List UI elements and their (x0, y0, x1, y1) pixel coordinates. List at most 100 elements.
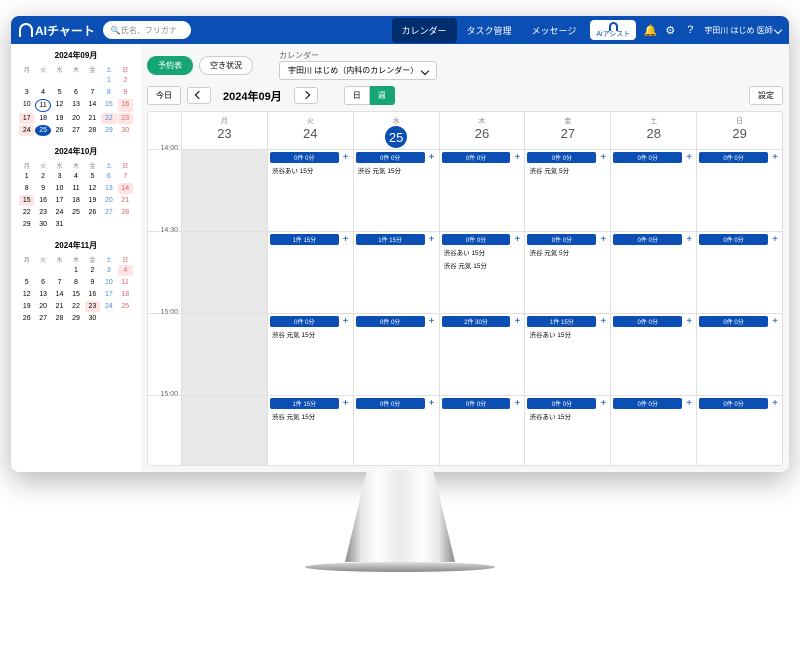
mini-cal-day[interactable]: 20 (68, 113, 83, 124)
add-icon[interactable]: + (684, 398, 694, 409)
prev-button[interactable] (187, 87, 211, 104)
nav-calendar[interactable]: カレンダー (392, 18, 457, 43)
mini-cal-day[interactable]: 3 (52, 171, 67, 182)
add-icon[interactable]: + (512, 398, 522, 409)
mini-cal-day[interactable]: 24 (101, 301, 116, 312)
time-slot[interactable]: 1件 15分+渋谷 元気 15分 (268, 396, 353, 466)
appointment[interactable]: 渋谷あい 15分 (270, 164, 351, 176)
mini-cal-day[interactable]: 25 (35, 125, 50, 136)
time-slot[interactable]: 0件 0分+渋谷あい 15分 (525, 396, 610, 466)
appointment[interactable]: 渋谷あい 15分 (442, 246, 523, 258)
mini-cal-day[interactable]: 30 (85, 313, 100, 324)
add-icon[interactable]: + (598, 316, 608, 327)
time-slot[interactable]: 0件 0分+ (440, 396, 525, 466)
mini-cal-day[interactable]: 30 (35, 219, 50, 230)
mini-cal-day[interactable]: 15 (68, 289, 83, 300)
add-icon[interactable]: + (684, 152, 694, 163)
mini-cal-day[interactable]: 19 (85, 195, 100, 206)
time-slot[interactable]: 0件 0分+ (354, 396, 439, 466)
time-slot[interactable]: 0件 0分+ (440, 150, 525, 232)
mini-cal-day[interactable]: 18 (68, 195, 83, 206)
time-slot[interactable]: 1件 15分+渋谷あい 15分 (525, 314, 610, 396)
time-slot[interactable]: 0件 0分+渋谷あい 15分 (268, 150, 353, 232)
tab-reserve[interactable]: 予約表 (147, 56, 193, 75)
appointment[interactable]: 渋谷 元気 15分 (442, 259, 523, 271)
mini-cal-day[interactable]: 20 (35, 301, 50, 312)
day-header[interactable]: 月23 (182, 112, 267, 150)
mini-cal-day[interactable]: 2 (85, 265, 100, 276)
mini-cal-day[interactable]: 18 (118, 289, 133, 300)
add-icon[interactable]: + (770, 398, 780, 409)
day-header[interactable]: 日29 (697, 112, 782, 150)
time-slot[interactable]: 0件 0分+渋谷 元気 5分 (525, 232, 610, 314)
mini-cal-day[interactable]: 13 (101, 183, 116, 194)
mini-cal-day[interactable]: 6 (35, 277, 50, 288)
mini-cal-day[interactable]: 14 (85, 99, 100, 112)
mini-cal-day[interactable]: 3 (19, 87, 34, 98)
mini-cal-day[interactable]: 10 (52, 183, 67, 194)
mini-cal-day[interactable]: 26 (85, 207, 100, 218)
mini-cal-day[interactable]: 28 (52, 313, 67, 324)
mini-cal-day[interactable]: 27 (35, 313, 50, 324)
add-icon[interactable]: + (427, 234, 437, 245)
mini-cal-day[interactable]: 4 (35, 87, 50, 98)
mini-cal-day[interactable]: 9 (85, 277, 100, 288)
mini-cal-day[interactable]: 29 (68, 313, 83, 324)
mini-cal-day[interactable]: 22 (68, 301, 83, 312)
add-icon[interactable]: + (598, 398, 608, 409)
add-icon[interactable]: + (598, 234, 608, 245)
nav-tasks[interactable]: タスク管理 (457, 18, 522, 43)
time-slot[interactable]: 0件 0分+渋谷 元気 5分 (525, 150, 610, 232)
mini-cal-day[interactable]: 21 (52, 301, 67, 312)
day-header[interactable]: 土28 (611, 112, 696, 150)
mini-cal-day[interactable]: 3 (101, 265, 116, 276)
mini-cal-day[interactable]: 11 (35, 99, 50, 112)
mini-cal-day[interactable]: 26 (52, 125, 67, 136)
view-day[interactable]: 日 (344, 86, 370, 105)
mini-cal-day[interactable]: 20 (101, 195, 116, 206)
mini-cal-day[interactable]: 8 (19, 183, 34, 194)
mini-cal-day[interactable]: 16 (118, 99, 133, 112)
mini-cal-day[interactable]: 4 (68, 171, 83, 182)
time-slot[interactable]: 1件 15分+ (354, 232, 439, 314)
mini-cal-day[interactable]: 15 (19, 195, 34, 206)
time-slot[interactable]: 0件 0分+ (611, 232, 696, 314)
mini-cal-day[interactable]: 15 (101, 99, 116, 112)
mini-cal-day[interactable]: 23 (118, 113, 133, 124)
time-slot[interactable] (182, 150, 267, 232)
help-icon[interactable]: ? (680, 24, 700, 36)
mini-cal-day[interactable]: 7 (52, 277, 67, 288)
mini-cal-day[interactable]: 25 (68, 207, 83, 218)
mini-cal-day[interactable]: 10 (19, 99, 34, 112)
mini-cal-day[interactable]: 12 (52, 99, 67, 112)
mini-cal-day[interactable]: 11 (118, 277, 133, 288)
mini-cal-day[interactable]: 28 (85, 125, 100, 136)
time-slot[interactable] (182, 232, 267, 314)
mini-cal-day[interactable]: 5 (19, 277, 34, 288)
mini-cal-day[interactable]: 19 (19, 301, 34, 312)
time-slot[interactable]: 0件 0分+ (697, 232, 782, 314)
time-slot[interactable]: 0件 0分+渋谷 元気 15分 (268, 314, 353, 396)
mini-cal-day[interactable]: 4 (118, 265, 133, 276)
day-header[interactable]: 木26 (440, 112, 525, 150)
mini-cal-day[interactable]: 2 (118, 75, 133, 86)
mini-cal-day[interactable]: 2 (35, 171, 50, 182)
appointment[interactable]: 渋谷 元気 5分 (527, 164, 608, 176)
mini-cal-day[interactable]: 29 (19, 219, 34, 230)
appointment[interactable]: 渋谷 元気 15分 (270, 410, 351, 422)
mini-cal-day[interactable]: 18 (35, 113, 50, 124)
time-slot[interactable]: 0件 0分+ (611, 314, 696, 396)
add-icon[interactable]: + (341, 398, 351, 409)
time-slot[interactable]: 0件 0分+ (697, 396, 782, 466)
mini-cal-day[interactable]: 7 (85, 87, 100, 98)
mini-cal-day[interactable]: 22 (101, 113, 116, 124)
mini-cal-day[interactable]: 21 (118, 195, 133, 206)
mini-cal-day[interactable]: 9 (118, 87, 133, 98)
time-slot[interactable]: 0件 0分+ (611, 396, 696, 466)
add-icon[interactable]: + (770, 316, 780, 327)
mini-cal-day[interactable]: 30 (118, 125, 133, 136)
appointment[interactable]: 渋谷 元気 15分 (356, 164, 437, 176)
mini-cal-day[interactable]: 22 (19, 207, 34, 218)
mini-cal-day[interactable]: 29 (101, 125, 116, 136)
add-icon[interactable]: + (427, 152, 437, 163)
